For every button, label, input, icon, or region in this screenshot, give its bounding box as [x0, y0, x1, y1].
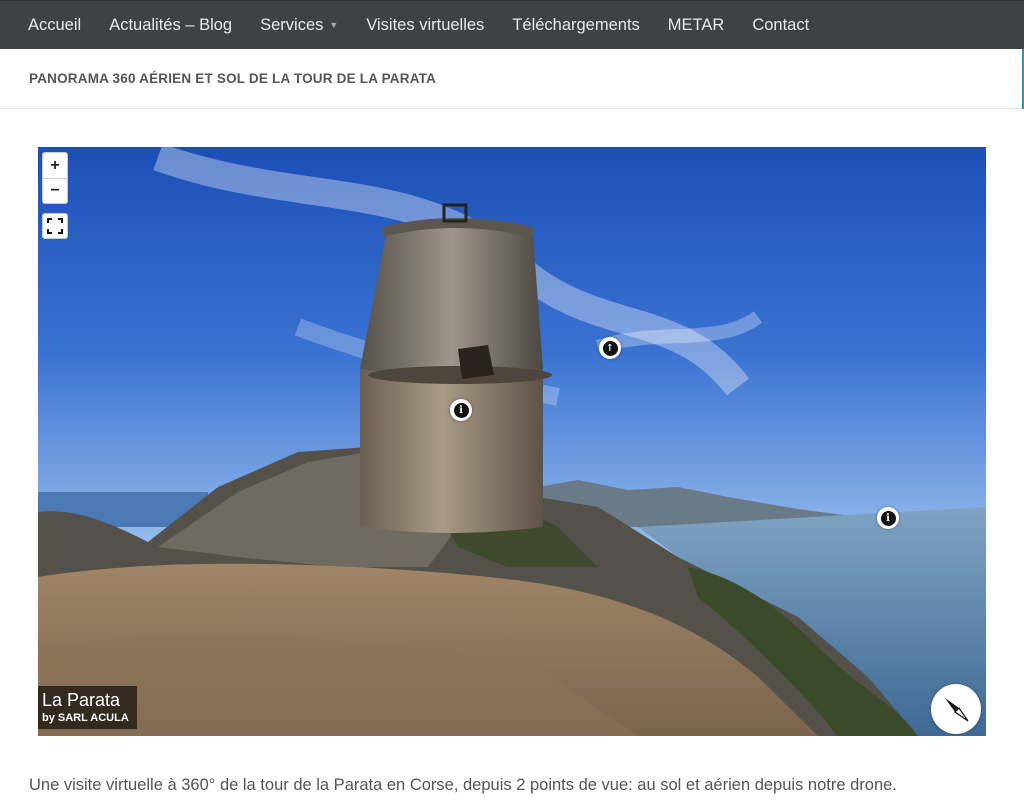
- fullscreen-icon: [47, 218, 63, 234]
- nav-item-accueil[interactable]: Accueil: [14, 1, 95, 50]
- nav-item-telechargements[interactable]: Téléchargements: [498, 1, 653, 50]
- nav-item-services[interactable]: Services ▼: [246, 1, 352, 50]
- compass-icon: [945, 698, 969, 722]
- panorama-caption: La Parata by SARL ACULA: [38, 686, 137, 729]
- navigation-hotspot[interactable]: ↑: [599, 337, 621, 359]
- panorama-image: [38, 147, 986, 736]
- fullscreen-button[interactable]: [42, 213, 68, 239]
- chevron-down-icon: ▼: [329, 20, 339, 30]
- page-description: Une visite virtuelle à 360° de la tour d…: [29, 776, 897, 794]
- panorama-viewer[interactable]: + − i ↑ i La Parata by SARL ACULA: [38, 147, 986, 736]
- page-header: PANORAMA 360 AÉRIEN ET SOL DE LA TOUR DE…: [0, 49, 1024, 109]
- info-icon: i: [453, 402, 469, 418]
- nav-item-label: Services: [260, 15, 324, 34]
- caption-title: La Parata: [42, 690, 121, 710]
- zoom-controls: + −: [42, 152, 68, 204]
- info-icon: i: [880, 510, 896, 526]
- nav-item-label: Téléchargements: [512, 15, 640, 34]
- nav-item-label: Actualités – Blog: [109, 15, 233, 34]
- nav-item-blog[interactable]: Actualités – Blog: [95, 1, 246, 50]
- info-hotspot[interactable]: i: [877, 507, 899, 529]
- nav-item-contact[interactable]: Contact: [738, 1, 823, 50]
- page-title: PANORAMA 360 AÉRIEN ET SOL DE LA TOUR DE…: [29, 71, 437, 86]
- nav-item-visites-virtuelles[interactable]: Visites virtuelles: [352, 1, 498, 50]
- compass-button[interactable]: [931, 684, 981, 734]
- caption-author: by SARL ACULA: [42, 712, 129, 724]
- nav-item-metar[interactable]: METAR: [654, 1, 739, 50]
- nav-item-label: METAR: [667, 15, 725, 34]
- main-navigation: Accueil Actualités – Blog Services ▼ Visi…: [0, 0, 1024, 49]
- nav-item-label: Contact: [752, 15, 810, 34]
- arrow-up-icon: ↑: [602, 340, 618, 356]
- nav-item-label: Visites virtuelles: [366, 15, 485, 34]
- nav-item-label: Accueil: [28, 15, 82, 34]
- info-hotspot[interactable]: i: [450, 399, 472, 421]
- zoom-out-button[interactable]: −: [43, 178, 67, 203]
- zoom-in-button[interactable]: +: [43, 153, 67, 178]
